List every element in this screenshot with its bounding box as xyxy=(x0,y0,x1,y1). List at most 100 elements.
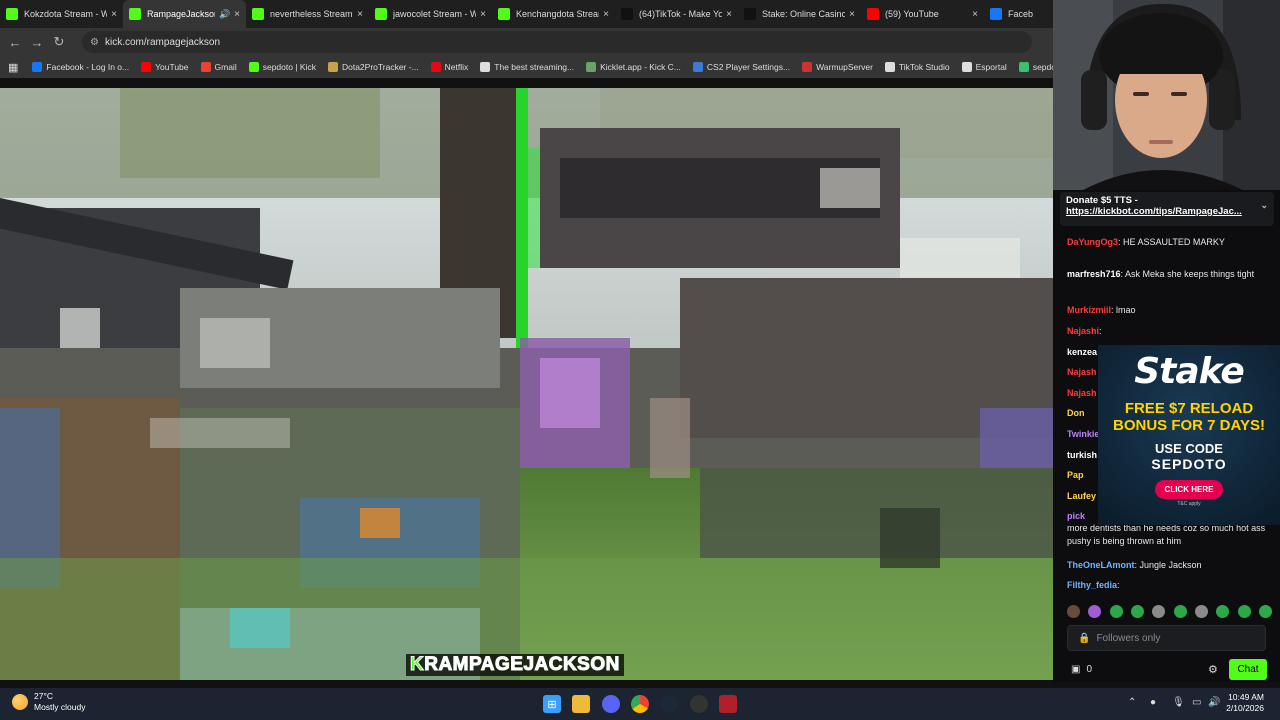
chat-username[interactable]: Laufey xyxy=(1067,491,1096,501)
browser-tab[interactable]: (64)TikTok - Make Yo × xyxy=(615,0,738,28)
chat-input[interactable]: 🔒 Followers only xyxy=(1067,625,1266,651)
bookmark-item[interactable]: Esportal xyxy=(961,62,1007,72)
system-clock[interactable]: 10:49 AM 2/10/2026 xyxy=(1226,692,1264,714)
weather-widget[interactable]: 27°C Mostly cloudy xyxy=(12,691,86,713)
obs-icon[interactable] xyxy=(690,695,708,713)
chat-username[interactable]: Murkizmiil xyxy=(1067,305,1111,315)
chat-send-button[interactable]: Chat xyxy=(1229,659,1267,680)
network-icon[interactable]: ▭ xyxy=(1192,697,1201,708)
chat-username[interactable]: kenzea xyxy=(1067,347,1097,357)
clock-date: 2/10/2026 xyxy=(1226,703,1264,713)
ad-code: SEPDOTO xyxy=(1151,456,1227,472)
emote-icon[interactable] xyxy=(1173,604,1187,618)
browser-tab[interactable]: (59) YouTube × xyxy=(861,0,984,28)
chat-username[interactable]: DaYungOg3 xyxy=(1067,237,1118,247)
bookmark-item[interactable]: Netflix xyxy=(430,62,468,72)
ad-fineprint: T&C apply xyxy=(1177,501,1201,507)
close-tab-icon[interactable]: × xyxy=(357,9,363,20)
discord-icon[interactable] xyxy=(602,695,620,713)
bookmark-item[interactable]: WarmupServer xyxy=(802,62,873,72)
bookmark-item[interactable]: CS2 Player Settings... xyxy=(692,62,790,72)
tab-audio-icon[interactable]: 🔊 xyxy=(219,9,230,20)
chat-username[interactable]: Najashi xyxy=(1067,326,1099,336)
streamer-name: RAMPAGEJACKSON xyxy=(424,654,620,676)
emote-icon[interactable] xyxy=(1237,604,1251,618)
forward-icon[interactable]: → xyxy=(26,35,48,50)
chat-text: : Ask Meka she keeps things tight xyxy=(1120,269,1255,279)
pinned-message-link[interactable]: https://kickbot.com/tips/RampageJac... xyxy=(1066,206,1268,217)
bookmark-item[interactable]: Dota2ProTracker -... xyxy=(327,62,419,72)
chat-username[interactable]: Najash xyxy=(1067,367,1097,377)
emote-icon[interactable] xyxy=(1067,604,1080,618)
bookmark-label: TikTok Studio xyxy=(898,62,950,72)
emote-icon[interactable] xyxy=(1216,604,1230,618)
browser-tab[interactable]: jawocolet Stream - W × xyxy=(369,0,492,28)
stake-ad-overlay[interactable]: Stake FREE $7 RELOAD BONUS FOR 7 DAYS! U… xyxy=(1098,345,1280,525)
bookmark-item[interactable]: The best streaming... xyxy=(480,62,574,72)
bookmark-favicon-icon xyxy=(32,62,43,72)
close-tab-icon[interactable]: × xyxy=(849,9,855,20)
chat-text: : HE ASSAULTED MARKY xyxy=(1118,237,1225,247)
tray-app-icon[interactable]: ● xyxy=(1150,697,1156,708)
chat-username[interactable]: pick xyxy=(1067,511,1085,521)
chat-username[interactable]: turkish xyxy=(1067,450,1097,460)
chat-username[interactable]: Twinkie xyxy=(1067,429,1099,439)
chat-username[interactable]: TheOneLAmont xyxy=(1067,560,1135,570)
close-tab-icon[interactable]: × xyxy=(480,9,486,20)
browser-tab[interactable]: nevertheless Stream × xyxy=(246,0,369,28)
emote-icon[interactable] xyxy=(1088,604,1102,618)
chat-username[interactable]: Pap xyxy=(1067,470,1084,480)
bookmark-item[interactable]: Kicklet.app - Kick C... xyxy=(586,62,681,72)
tray-chevron-up-icon[interactable]: ⌃ xyxy=(1128,697,1136,708)
chat-username[interactable]: Najash xyxy=(1067,388,1097,398)
stream-video[interactable] xyxy=(0,88,1053,680)
bookmark-item[interactable]: YouTube xyxy=(141,62,189,72)
emote-icon[interactable] xyxy=(1258,604,1272,618)
close-tab-icon[interactable]: × xyxy=(111,9,117,20)
back-icon[interactable]: ← xyxy=(4,35,26,50)
emote-icon[interactable] xyxy=(1109,604,1123,618)
pinned-message[interactable]: Donate $5 TTS - https://kickbot.com/tips… xyxy=(1060,192,1274,226)
close-tab-icon[interactable]: × xyxy=(234,9,240,20)
browser-tab[interactable]: Stake: Online Casino × xyxy=(738,0,861,28)
settings-gear-icon[interactable]: ⚙ xyxy=(1208,663,1218,676)
emote-icon[interactable] xyxy=(1130,604,1144,618)
chat-message: Murkizmiil: lmao xyxy=(1067,304,1272,317)
chat-username[interactable]: marfresh716 xyxy=(1067,269,1121,279)
bookmark-item[interactable]: TikTok Studio xyxy=(884,62,950,72)
browser-tab[interactable]: RampageJackson 🔊 × xyxy=(123,0,246,28)
windows-start-icon[interactable]: ⊞ xyxy=(543,695,561,713)
close-tab-icon[interactable]: × xyxy=(726,9,732,20)
emote-icon[interactable] xyxy=(1152,604,1166,618)
app-icon[interactable] xyxy=(719,695,737,713)
reload-icon[interactable]: ↻ xyxy=(48,34,70,50)
file-explorer-icon[interactable] xyxy=(572,695,590,713)
points-icon[interactable]: ▣ xyxy=(1071,664,1080,675)
bookmark-label: YouTube xyxy=(155,62,189,72)
bookmark-item[interactable]: Gmail xyxy=(200,62,237,72)
site-info-icon[interactable]: ⚙ xyxy=(90,37,99,48)
close-tab-icon[interactable]: × xyxy=(972,9,978,20)
ad-headline: FREE $7 RELOAD BONUS FOR 7 DAYS! xyxy=(1113,400,1265,434)
bookmark-item[interactable]: sepdoto | Kick xyxy=(248,62,316,72)
volume-icon[interactable]: 🔊 xyxy=(1208,697,1220,708)
microphone-icon[interactable]: 🎙 xyxy=(1172,697,1185,708)
tiktok-favicon-icon xyxy=(621,8,633,20)
steam-icon[interactable] xyxy=(660,695,678,713)
chevron-down-icon[interactable]: ⌄ xyxy=(1260,200,1268,211)
apps-grid-icon[interactable]: ▦ xyxy=(8,61,18,74)
browser-tab[interactable]: Kokzdota Stream - W × xyxy=(0,0,123,28)
chat-username[interactable]: Filthy_fedia xyxy=(1067,580,1117,590)
chrome-icon[interactable] xyxy=(631,695,649,713)
chat-username[interactable]: Don xyxy=(1067,408,1085,418)
close-tab-icon[interactable]: × xyxy=(603,9,609,20)
bookmark-item[interactable]: Facebook - Log In o... xyxy=(32,62,129,72)
ad-click-here-button[interactable]: CLICK HERE xyxy=(1154,480,1224,499)
ad-use-code-label: USE CODE xyxy=(1155,441,1223,456)
browser-tab[interactable]: Kenchangdota Strean × xyxy=(492,0,615,28)
address-bar[interactable]: ⚙ kick.com/rampagejackson xyxy=(82,31,1032,53)
pinned-message-line1: Donate $5 TTS - xyxy=(1066,195,1138,206)
url-text: kick.com/rampagejackson xyxy=(104,36,221,48)
emote-icon[interactable] xyxy=(1194,604,1208,618)
points-count: 0 xyxy=(1086,663,1093,675)
